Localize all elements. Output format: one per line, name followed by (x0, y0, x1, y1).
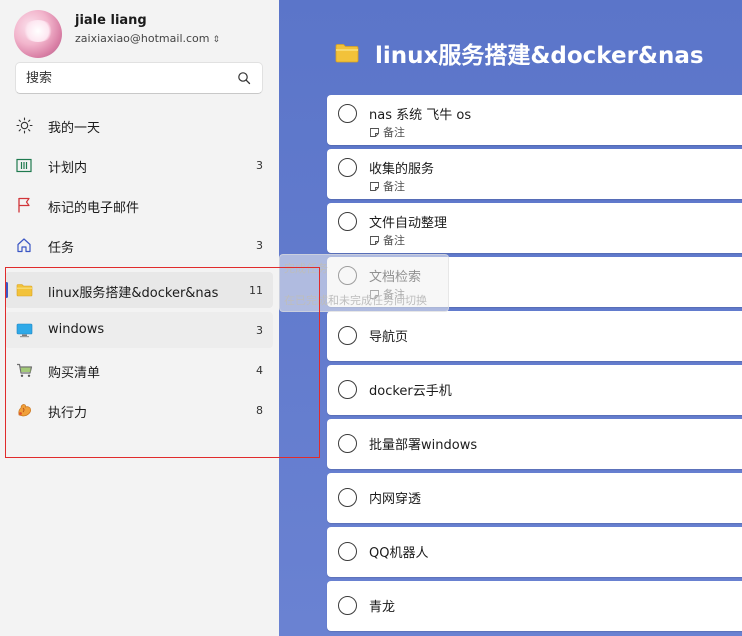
nav-item-label: 购买清单 (48, 366, 101, 381)
nav-item-label: 我的一天 (48, 121, 101, 136)
task-title: 收集的服务 (369, 162, 435, 177)
complete-task-checkbox[interactable] (338, 488, 357, 507)
user-name: jiale liang (75, 13, 147, 28)
complete-task-checkbox[interactable] (338, 542, 357, 561)
account-switch-chevron-icon[interactable]: ⇕ (213, 35, 221, 45)
complete-task-tooltip: 完成任务 在已完成和未完成任务间切换 (279, 254, 449, 312)
task-note-label: 备注 (383, 126, 405, 139)
nav-item-label: 计划内 (48, 161, 88, 176)
task-item[interactable]: 文件自动整理备注 (327, 203, 742, 253)
monitor-icon (15, 322, 33, 338)
nav-item-tasks[interactable]: 任务 3 (5, 227, 273, 263)
complete-task-checkbox[interactable] (338, 212, 357, 231)
task-item[interactable]: 内网穿透 (327, 473, 742, 523)
nav-item-label: 任务 (48, 241, 75, 256)
task-item[interactable]: 青龙 (327, 581, 742, 631)
search-box[interactable] (15, 62, 263, 94)
sun-icon (15, 116, 33, 134)
task-item[interactable]: QQ机器人 (327, 527, 742, 577)
complete-task-checkbox[interactable] (338, 158, 357, 177)
note-icon (370, 127, 379, 137)
complete-task-checkbox[interactable] (338, 104, 357, 123)
list-item-windows[interactable]: windows 3 (5, 312, 273, 348)
list-item-shopping[interactable]: 购买清单 4 (5, 352, 273, 388)
flag-icon (15, 197, 33, 213)
nav-item-my-day[interactable]: 我的一天 (5, 107, 273, 143)
task-note-indicator: 备注 (369, 232, 405, 248)
complete-task-checkbox[interactable] (338, 434, 357, 453)
list-item-linux-docker-nas[interactable]: linux服务搭建&docker&nas 11 (5, 272, 273, 308)
sidebar: jiale liang zaixiaxiao@hotmail.com⇕ 我的一 (0, 0, 279, 636)
nav-item-label: windows (48, 322, 105, 337)
nav-item-planned[interactable]: 计划内 3 (5, 147, 273, 183)
tooltip-body: 在已完成和未完成任务间切换 (284, 294, 427, 307)
nav-item-count: 8 (256, 404, 263, 417)
task-note-label: 备注 (383, 234, 405, 247)
search-icon[interactable] (237, 71, 251, 85)
complete-task-checkbox[interactable] (338, 380, 357, 399)
task-item[interactable]: 导航页 (327, 311, 742, 361)
nav-item-label: 标记的电子邮件 (48, 201, 140, 216)
list-header: linux服务搭建&docker&nas (335, 36, 704, 70)
user-email[interactable]: zaixiaxiao@hotmail.com ⇕ (75, 32, 220, 45)
user-email-text: zaixiaxiao@hotmail.com (75, 32, 210, 45)
task-title: QQ机器人 (369, 546, 429, 561)
task-note-label: 备注 (383, 180, 405, 193)
note-icon (370, 235, 379, 245)
nav-item-count: 11 (249, 284, 263, 297)
task-note-indicator: 备注 (369, 124, 405, 140)
home-icon (15, 237, 33, 253)
nav-item-label: linux服务搭建&docker&nas (48, 286, 219, 301)
task-title: nas 系统 飞牛 os (369, 108, 472, 123)
tooltip-title: 完成任务 (284, 262, 328, 275)
calendar-grid-icon (15, 157, 33, 173)
search-input[interactable] (26, 69, 226, 87)
task-item[interactable]: 收集的服务备注 (327, 149, 742, 199)
shopping-cart-icon (15, 362, 33, 378)
nav-item-count: 4 (256, 364, 263, 377)
nav-item-count: 3 (256, 239, 263, 252)
task-title: 青龙 (369, 600, 396, 615)
note-icon (370, 181, 379, 191)
task-title: 文件自动整理 (369, 216, 448, 231)
selection-indicator (5, 282, 8, 298)
flex-arm-icon (15, 402, 33, 418)
task-item[interactable]: docker云手机 (327, 365, 742, 415)
task-title: docker云手机 (369, 384, 452, 399)
task-title: 批量部署windows (369, 438, 478, 453)
nav-item-count: 3 (256, 324, 263, 337)
list-item-execution[interactable]: 执行力 8 (5, 392, 273, 428)
nav-item-count: 3 (256, 159, 263, 172)
task-item[interactable]: 批量部署windows (327, 419, 742, 469)
avatar[interactable] (14, 10, 62, 58)
task-item[interactable]: nas 系统 飞牛 os 备注 (327, 95, 742, 145)
folder-icon (335, 43, 359, 63)
nav-item-label: 执行力 (48, 406, 88, 421)
task-title: 内网穿透 (369, 492, 422, 507)
folder-icon (15, 282, 33, 298)
complete-task-checkbox[interactable] (338, 326, 357, 345)
list-title[interactable]: linux服务搭建&docker&nas (375, 36, 704, 70)
profile-header[interactable]: jiale liang zaixiaxiao@hotmail.com ⇕ (14, 8, 274, 58)
nav-item-flagged-email[interactable]: 标记的电子邮件 (5, 187, 273, 223)
complete-task-checkbox[interactable] (338, 596, 357, 615)
task-note-indicator: 备注 (369, 178, 405, 194)
task-title: 导航页 (369, 330, 409, 345)
